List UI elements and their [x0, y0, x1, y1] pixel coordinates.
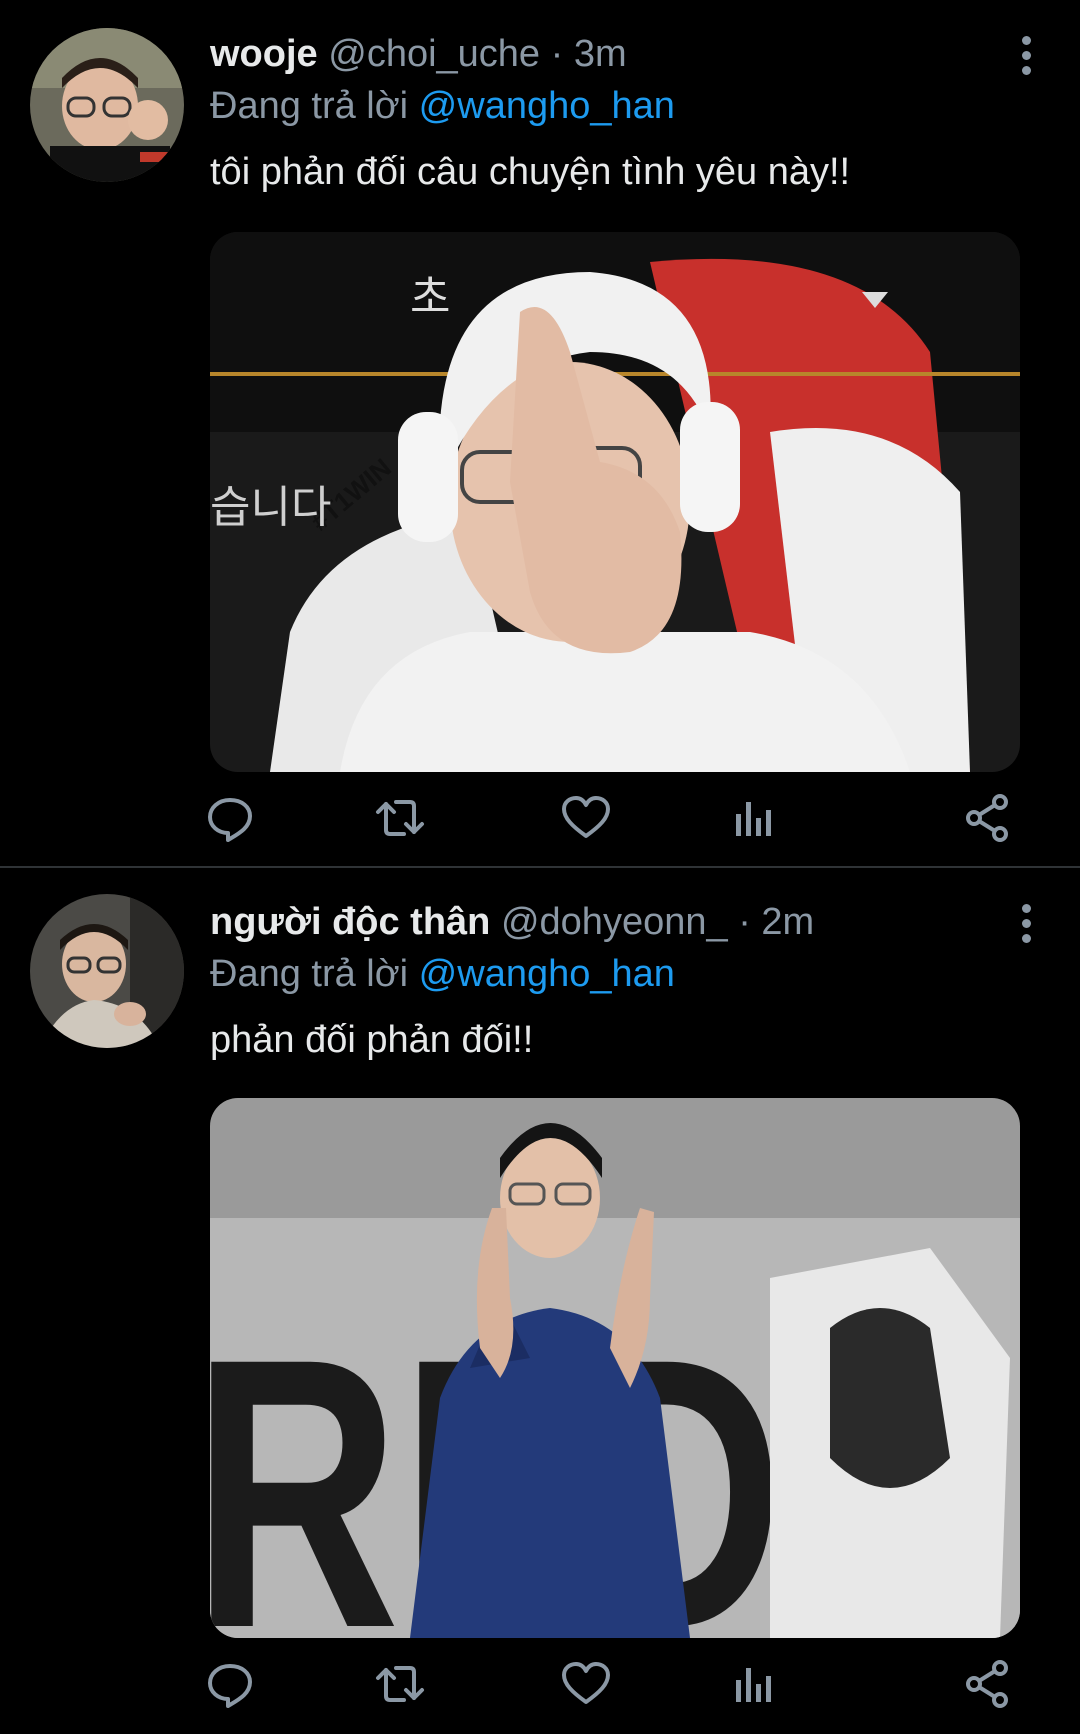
retweet-icon[interactable] [374, 792, 426, 844]
tweet-text: phản đối phản đối!! [210, 1019, 534, 1061]
views-icon[interactable] [728, 1658, 780, 1710]
user-handle[interactable]: @choi_uche [328, 33, 540, 75]
tweet-header: người độc thân @dohyeonn_ · 2m [210, 896, 814, 948]
timestamp[interactable]: 2m [761, 901, 814, 943]
avatar[interactable] [30, 894, 184, 1048]
tweet-media[interactable]: #T1WIN 초 습니다 [210, 232, 1020, 772]
reply-context: Đang trả lời @wangho_han [210, 80, 675, 132]
avatar[interactable] [30, 28, 184, 182]
more-icon[interactable] [1020, 36, 1032, 76]
media-overlay-text: 초 [410, 272, 450, 323]
tweet[interactable]: wooje @choi_uche · 3m Đang trả lời @wang… [0, 0, 1080, 868]
mention-link[interactable]: @wangho_han [419, 85, 675, 127]
like-icon[interactable] [560, 792, 612, 844]
comment-icon[interactable] [204, 792, 256, 844]
reply-prefix: Đang trả lời [210, 85, 409, 127]
tweet-actions [208, 792, 1020, 844]
share-icon[interactable] [962, 792, 1014, 844]
share-icon[interactable] [962, 1658, 1014, 1710]
user-handle[interactable]: @dohyeonn_ [501, 901, 728, 943]
more-icon[interactable] [1020, 904, 1032, 944]
tweet[interactable]: người độc thân @dohyeonn_ · 2m Đang trả … [0, 868, 1080, 1734]
timestamp[interactable]: 3m [574, 33, 627, 75]
comment-icon[interactable] [204, 1658, 256, 1710]
tweet-text: tôi phản đối câu chuyện tình yêu này!! [210, 151, 851, 193]
views-icon[interactable] [728, 792, 780, 844]
separator: · [550, 33, 564, 75]
like-icon[interactable] [560, 1658, 612, 1710]
tweet-actions [208, 1658, 1020, 1710]
reply-context: Đang trả lời @wangho_han [210, 948, 675, 1000]
retweet-icon[interactable] [374, 1658, 426, 1710]
mention-link[interactable]: @wangho_han [419, 953, 675, 995]
tweet-header: wooje @choi_uche · 3m [210, 28, 627, 80]
display-name[interactable]: người độc thân [210, 901, 490, 943]
reply-prefix: Đang trả lời [210, 953, 409, 995]
display-name[interactable]: wooje [210, 33, 318, 75]
separator: · [738, 901, 751, 943]
media-overlay-text: 습니다 [210, 482, 331, 533]
tweet-media[interactable]: RLD [210, 1098, 1020, 1638]
